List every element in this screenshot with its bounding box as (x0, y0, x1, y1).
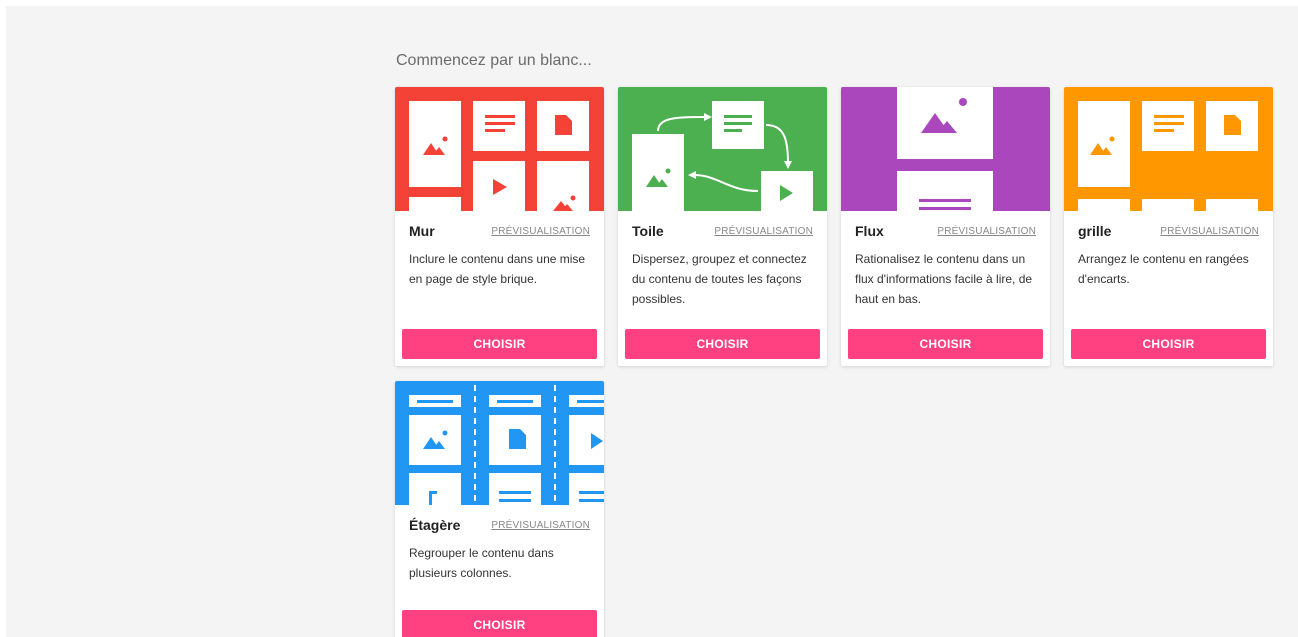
card-description: Arrangez le contenu en rangées d'encarts… (1078, 252, 1249, 286)
canvas-thumbnail (618, 87, 827, 211)
choose-button[interactable]: CHOISIR (1071, 329, 1266, 359)
layout-card-grid: grille PRÉVISUALISATION Arrangez le cont… (1064, 87, 1273, 366)
card-title: Mur (409, 223, 435, 239)
canvas-illustration (618, 87, 827, 211)
stream-thumbnail (841, 87, 1050, 211)
shelf-illustration (395, 381, 604, 505)
grid-thumbnail (1064, 87, 1273, 211)
choose-button[interactable]: CHOISIR (402, 610, 597, 637)
wall-thumbnail (395, 87, 604, 211)
layout-picker: Commencez par un blanc... Mur PRÉVISUALI… (6, 6, 1298, 637)
card-title: grille (1078, 223, 1112, 239)
choose-button[interactable]: CHOISIR (848, 329, 1043, 359)
section-heading: Commencez par un blanc... (396, 52, 592, 69)
card-description: Inclure le contenu dans une mise en page… (409, 252, 586, 286)
shelf-thumbnail (395, 381, 604, 505)
preview-link[interactable]: PRÉVISUALISATION (937, 226, 1036, 237)
choose-button[interactable]: CHOISIR (402, 329, 597, 359)
card-title: Flux (855, 223, 884, 239)
layout-card-shelf: Étagère PRÉVISUALISATION Regrouper le co… (395, 381, 604, 637)
layout-card-wall: Mur PRÉVISUALISATION Inclure le contenu … (395, 87, 604, 366)
grid-illustration (1064, 87, 1273, 211)
preview-link[interactable]: PRÉVISUALISATION (714, 226, 813, 237)
card-description: Dispersez, groupez et connectez du conte… (632, 252, 807, 306)
preview-link[interactable]: PRÉVISUALISATION (491, 520, 590, 531)
stream-illustration (841, 87, 1050, 211)
card-description: Regrouper le contenu dans plusieurs colo… (409, 546, 554, 580)
choose-button[interactable]: CHOISIR (625, 329, 820, 359)
wall-illustration (395, 87, 604, 211)
card-description: Rationalisez le contenu dans un flux d'i… (855, 252, 1033, 306)
card-title: Étagère (409, 517, 461, 533)
layout-card-stream: Flux PRÉVISUALISATION Rationalisez le co… (841, 87, 1050, 366)
layout-card-canvas: Toile PRÉVISUALISATION Dispersez, groupe… (618, 87, 827, 366)
card-title: Toile (632, 223, 664, 239)
preview-link[interactable]: PRÉVISUALISATION (1160, 226, 1259, 237)
preview-link[interactable]: PRÉVISUALISATION (491, 226, 590, 237)
